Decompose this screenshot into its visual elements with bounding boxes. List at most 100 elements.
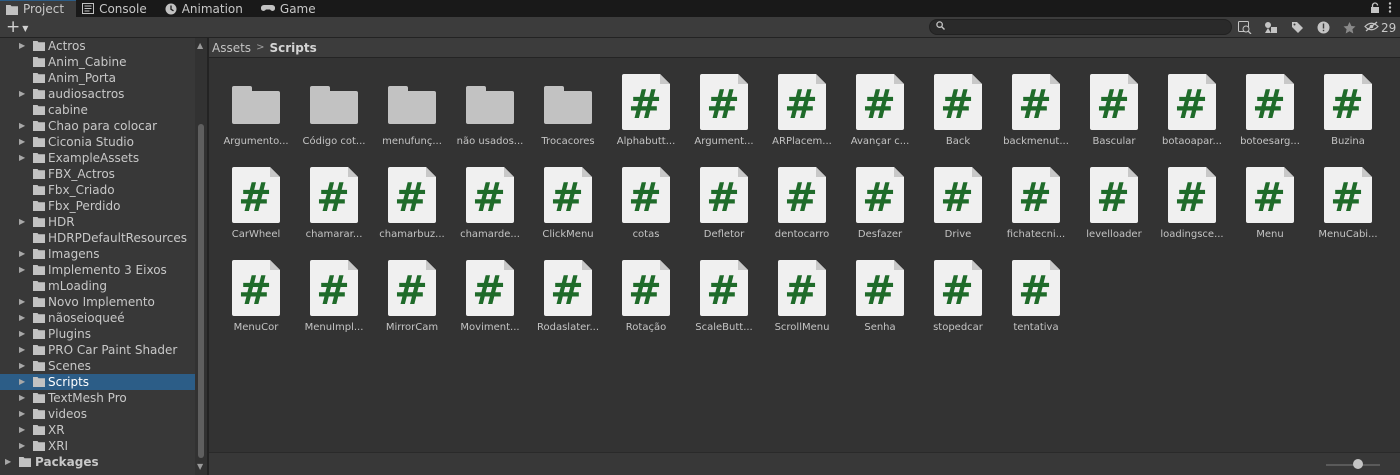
tree-item[interactable]: Anim_Cabine xyxy=(0,54,195,70)
tree-item[interactable]: ▶ Scripts xyxy=(0,374,195,390)
asset-script[interactable]: # botaoapar... xyxy=(1153,74,1231,167)
more-options-icon[interactable] xyxy=(1388,1,1392,16)
asset-script[interactable]: # Avançar c... xyxy=(841,74,919,167)
asset-script[interactable]: # Drive xyxy=(919,167,997,260)
create-dropdown-button[interactable]: + ▼ xyxy=(0,17,40,37)
asset-folder[interactable]: não usados... xyxy=(451,74,529,167)
expand-arrow-icon[interactable]: ▶ xyxy=(19,153,25,162)
asset-script[interactable]: # ScrollMenu xyxy=(763,260,841,353)
hidden-packages-toggle[interactable]: 29 xyxy=(1364,21,1396,35)
scroll-down-icon[interactable]: ▼ xyxy=(197,462,203,471)
asset-script[interactable]: # stopedcar xyxy=(919,260,997,353)
tree-item[interactable]: Fbx_Perdido xyxy=(0,198,195,214)
asset-script[interactable]: # Buzina xyxy=(1309,74,1387,167)
expand-arrow-icon[interactable]: ▶ xyxy=(19,409,25,418)
tree-item[interactable]: ▶ XRI xyxy=(0,438,195,454)
tree-item[interactable]: ▶ Ciconia Studio xyxy=(0,134,195,150)
lock-icon[interactable] xyxy=(1370,1,1380,16)
asset-script[interactable]: # Rodaslater... xyxy=(529,260,607,353)
asset-script[interactable]: # chamarbuz... xyxy=(373,167,451,260)
expand-arrow-icon[interactable]: ▶ xyxy=(19,41,25,50)
tree-item[interactable]: mLoading xyxy=(0,278,195,294)
expand-arrow-icon[interactable]: ▶ xyxy=(19,217,25,226)
expand-arrow-icon[interactable]: ▶ xyxy=(19,89,25,98)
asset-script[interactable]: # chamarar... xyxy=(295,167,373,260)
tree-item[interactable]: ▶ Plugins xyxy=(0,326,195,342)
tab-project[interactable]: Project xyxy=(0,0,77,17)
tree-item[interactable]: ▶ nãoseioqueé xyxy=(0,310,195,326)
expand-arrow-icon[interactable]: ▶ xyxy=(19,393,25,402)
tree-item[interactable]: HDRPDefaultResources xyxy=(0,230,195,246)
tree-item[interactable]: ▶ Novo Implemento xyxy=(0,294,195,310)
breadcrumb-assets[interactable]: Assets xyxy=(212,41,251,55)
search-field[interactable] xyxy=(929,19,1232,35)
asset-folder[interactable]: Argumento... xyxy=(217,74,295,167)
asset-script[interactable]: # MenuCabi... xyxy=(1309,167,1387,260)
asset-script[interactable]: # Alphabutt... xyxy=(607,74,685,167)
tree-item[interactable]: ▶ TextMesh Pro xyxy=(0,390,195,406)
tree-item[interactable]: Anim_Porta xyxy=(0,70,195,86)
tree-item[interactable]: ▶ videos xyxy=(0,406,195,422)
expand-arrow-icon[interactable]: ▶ xyxy=(19,313,25,322)
asset-script[interactable]: # MirrorCam xyxy=(373,260,451,353)
tree-item[interactable]: ▶ Implemento 3 Eixos xyxy=(0,262,195,278)
expand-arrow-icon[interactable]: ▶ xyxy=(5,457,11,466)
asset-script[interactable]: # ScaleButt... xyxy=(685,260,763,353)
expand-arrow-icon[interactable]: ▶ xyxy=(19,345,25,354)
log-type-icon[interactable] xyxy=(1312,19,1334,36)
expand-arrow-icon[interactable]: ▶ xyxy=(19,297,25,306)
tree-scrollbar[interactable]: ▲ ▼ xyxy=(195,38,207,475)
tree-item[interactable]: ▶ Imagens xyxy=(0,246,195,262)
asset-script[interactable]: # MenuImpl... xyxy=(295,260,373,353)
tree-item[interactable]: ▶ PRO Car Paint Shader xyxy=(0,342,195,358)
tree-item[interactable]: ▶ Scenes xyxy=(0,358,195,374)
tree-item[interactable]: ▶ Actros xyxy=(0,38,195,54)
asset-script[interactable]: # Moviment... xyxy=(451,260,529,353)
tree-item[interactable]: ▶ Chao para colocar xyxy=(0,118,195,134)
expand-arrow-icon[interactable]: ▶ xyxy=(19,249,25,258)
expand-arrow-icon[interactable]: ▶ xyxy=(19,441,25,450)
asset-script[interactable]: # botoesarg... xyxy=(1231,74,1309,167)
scroll-up-icon[interactable]: ▲ xyxy=(197,41,203,50)
asset-script[interactable]: # Menu xyxy=(1231,167,1309,260)
search-by-type-icon[interactable] xyxy=(1234,19,1256,36)
tree-item[interactable]: ▶ HDR xyxy=(0,214,195,230)
asset-script[interactable]: # ARPlacem... xyxy=(763,74,841,167)
tree-item[interactable]: Fbx_Criado xyxy=(0,182,195,198)
tree-item[interactable]: ▶ audiosactros xyxy=(0,86,195,102)
asset-folder[interactable]: Trocacores xyxy=(529,74,607,167)
asset-script[interactable]: # Rotação xyxy=(607,260,685,353)
expand-arrow-icon[interactable]: ▶ xyxy=(19,377,25,386)
tree-item-packages[interactable]: ▶ Packages xyxy=(0,454,195,470)
search-input[interactable] xyxy=(950,21,1220,33)
tree-item[interactable]: cabine xyxy=(0,102,195,118)
asset-script[interactable]: # backmenut... xyxy=(997,74,1075,167)
expand-arrow-icon[interactable]: ▶ xyxy=(19,361,25,370)
asset-script[interactable]: # fichatecni... xyxy=(997,167,1075,260)
tab-console[interactable]: Console xyxy=(76,0,159,17)
asset-script[interactable]: # levelloader xyxy=(1075,167,1153,260)
breadcrumb-scripts[interactable]: Scripts xyxy=(269,41,316,55)
expand-arrow-icon[interactable]: ▶ xyxy=(19,265,25,274)
expand-arrow-icon[interactable]: ▶ xyxy=(19,329,25,338)
favorites-star-icon[interactable] xyxy=(1338,19,1360,36)
asset-script[interactable]: # MenuCor xyxy=(217,260,295,353)
tree-item[interactable]: ▶ XR xyxy=(0,422,195,438)
tab-animation[interactable]: Animation xyxy=(159,0,255,17)
tab-game[interactable]: Game xyxy=(255,0,328,17)
scrollbar-thumb[interactable] xyxy=(198,124,204,458)
tree-item[interactable]: ▶ ExampleAssets xyxy=(0,150,195,166)
expand-arrow-icon[interactable]: ▶ xyxy=(19,137,25,146)
asset-script[interactable]: # ClickMenu xyxy=(529,167,607,260)
expand-arrow-icon[interactable]: ▶ xyxy=(19,121,25,130)
asset-script[interactable]: # Back xyxy=(919,74,997,167)
expand-arrow-icon[interactable]: ▶ xyxy=(19,425,25,434)
asset-script[interactable]: # Defletor xyxy=(685,167,763,260)
asset-folder[interactable]: menufunç... xyxy=(373,74,451,167)
filter-by-type-icon[interactable] xyxy=(1260,19,1282,36)
asset-script[interactable]: # tentativa xyxy=(997,260,1075,353)
asset-script[interactable]: # Desfazer xyxy=(841,167,919,260)
asset-folder[interactable]: Código cot... xyxy=(295,74,373,167)
icon-size-slider-thumb[interactable] xyxy=(1353,459,1363,469)
tree-item[interactable]: FBX_Actros xyxy=(0,166,195,182)
